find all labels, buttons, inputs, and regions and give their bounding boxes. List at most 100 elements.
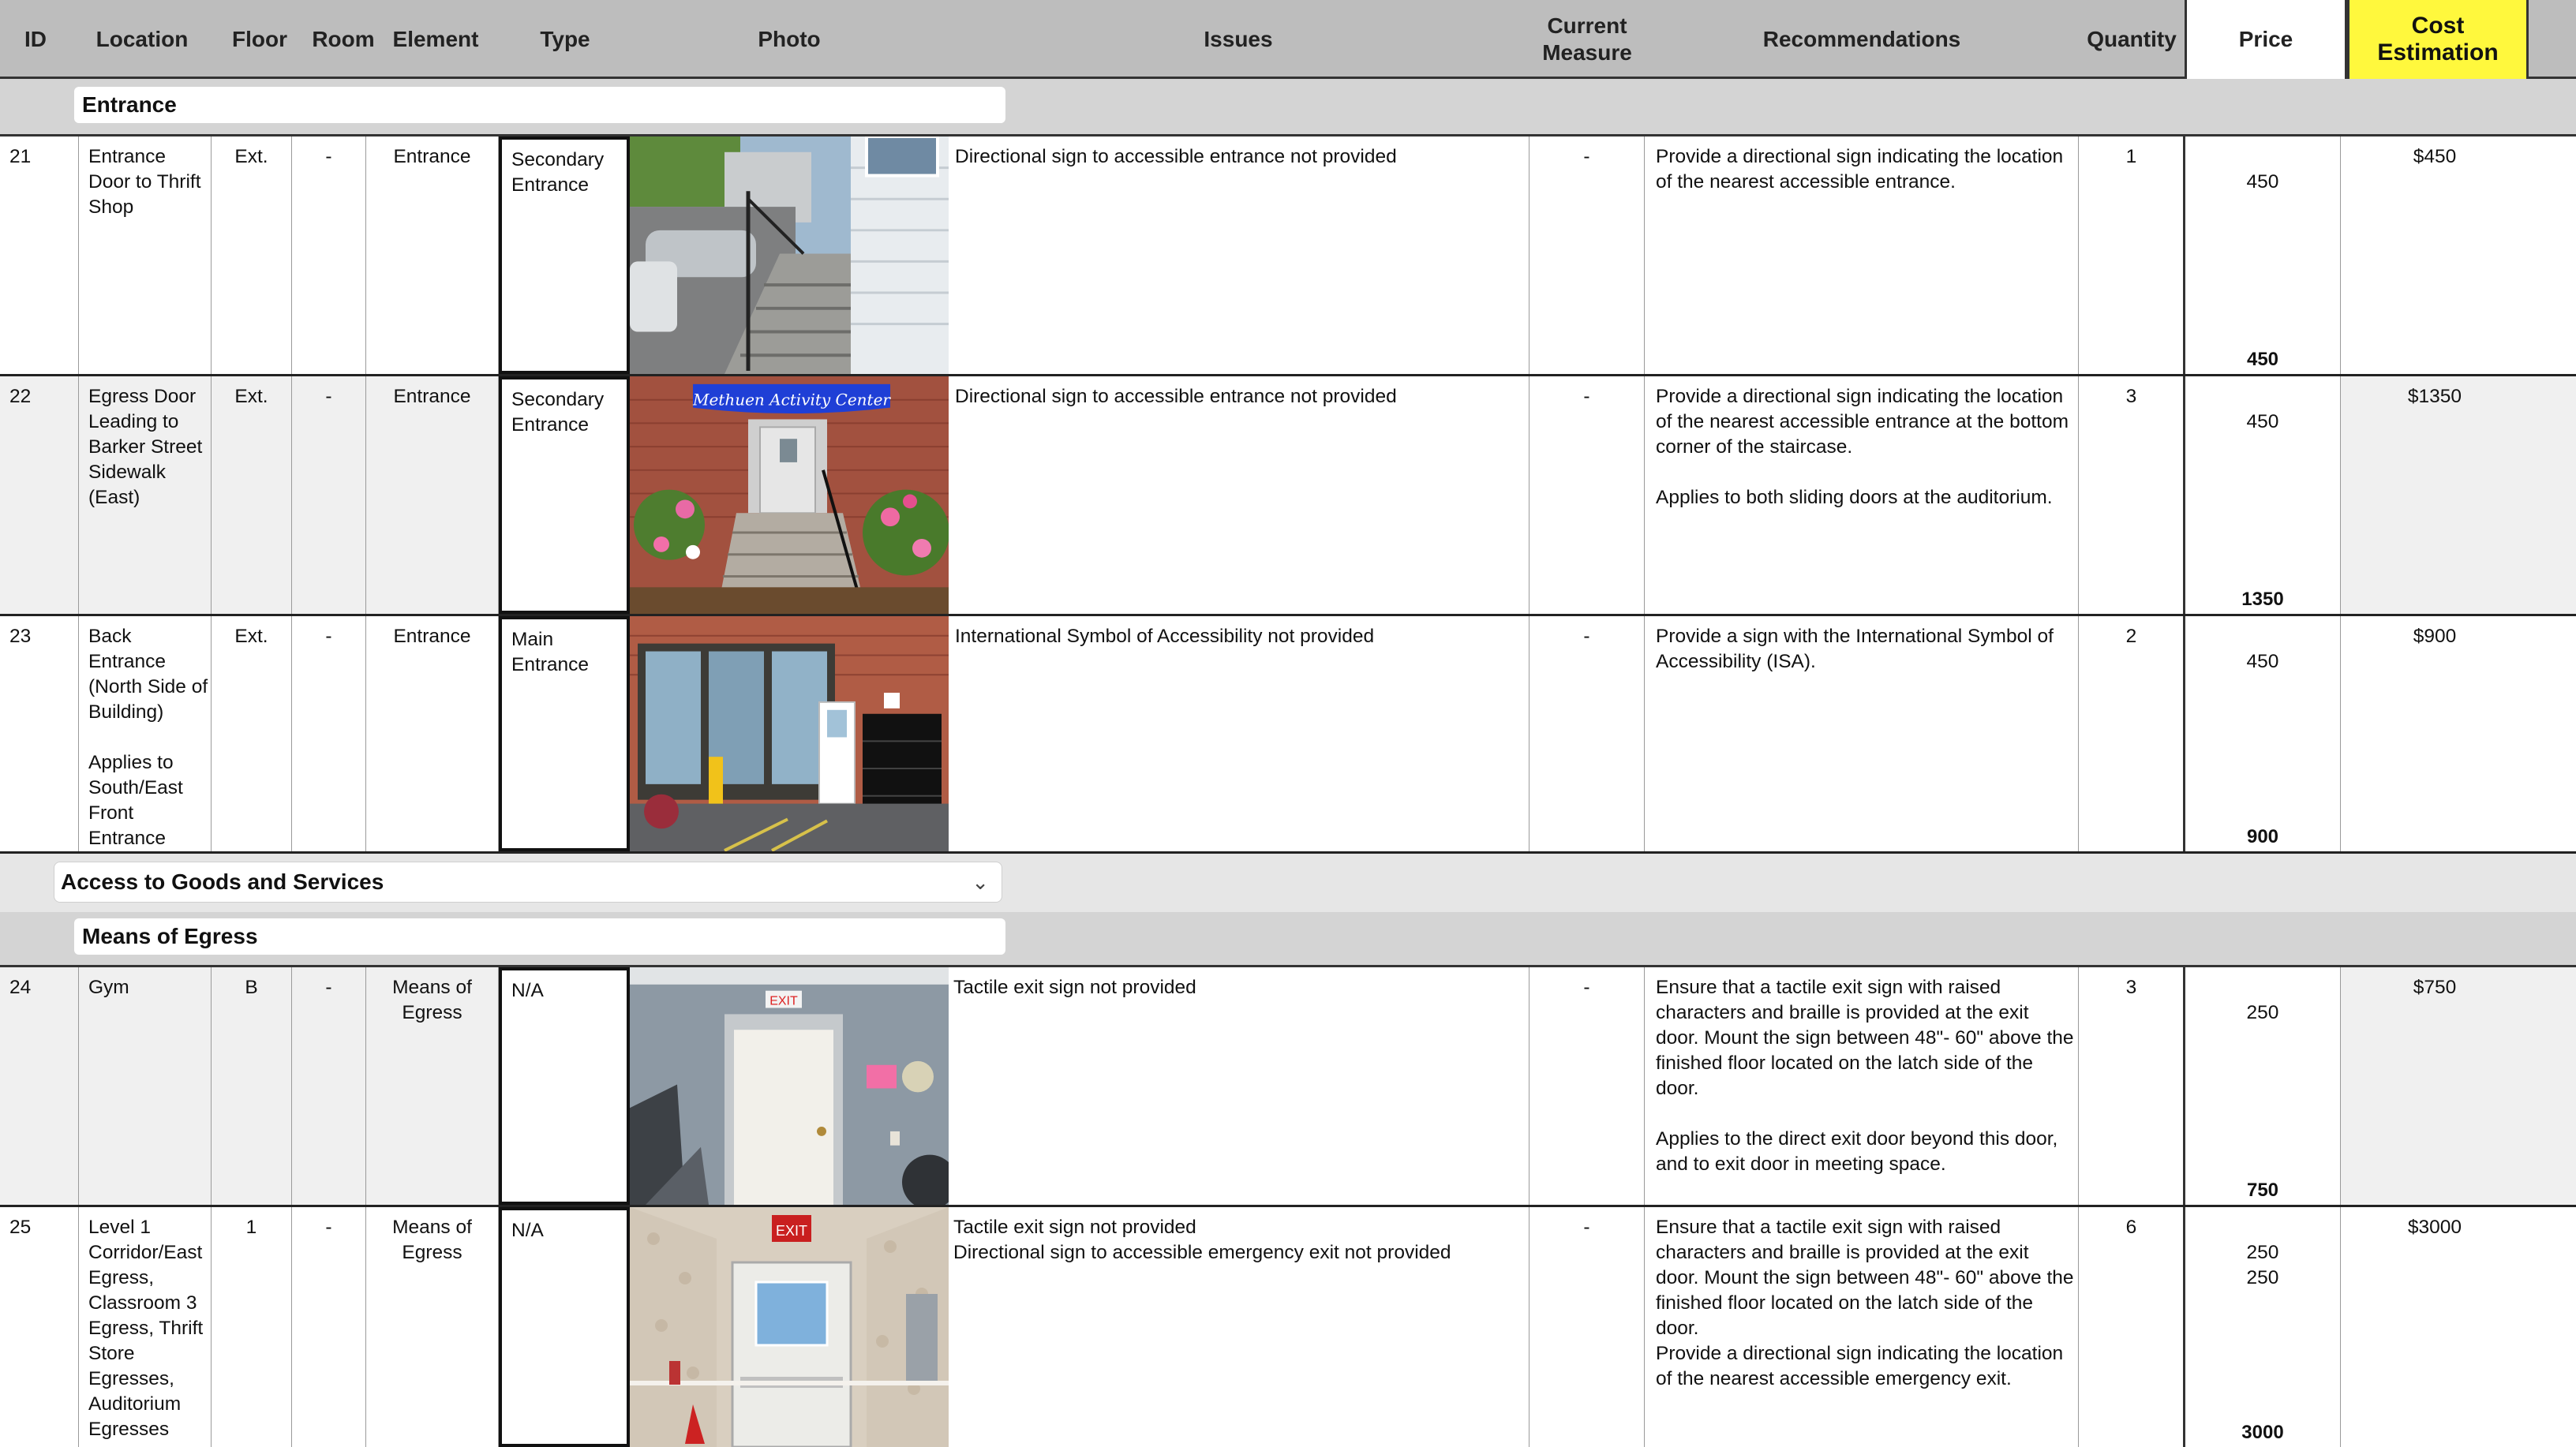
header-room: Room xyxy=(312,27,375,51)
section-entrance: Entrance xyxy=(0,79,2576,136)
cell-location: Level 1 Corridor/East Egress, Classroom … xyxy=(79,1207,212,1447)
header-price: Price xyxy=(2185,0,2347,79)
cell-element: Entrance xyxy=(366,616,499,851)
header-current-measure: Current Measure xyxy=(1542,13,1632,65)
cell-room: - xyxy=(292,376,366,614)
category-dropdown-value: Access to Goods and Services xyxy=(61,869,384,894)
header-photo: Photo xyxy=(758,27,821,51)
activity-center-stairs-photo: Methuen Activity Center xyxy=(630,376,949,614)
section-means-of-egress: Means of Egress xyxy=(0,912,2576,967)
cell-floor: Ext. xyxy=(212,136,292,374)
cell-price: 450 1350 xyxy=(2183,376,2341,614)
cell-id: 23 xyxy=(0,616,79,851)
section-title-entrance: Entrance xyxy=(74,87,1005,123)
table-row[interactable]: 25 Level 1 Corridor/East Egress, Classro… xyxy=(0,1207,2576,1447)
price-total: 450 xyxy=(2246,349,2279,370)
cell-element: Entrance xyxy=(366,376,499,614)
table-row[interactable]: 23 Back Entrance (North Side of Building… xyxy=(0,616,2576,854)
photo-sign-text: EXIT xyxy=(769,995,798,1008)
table-header: ID Location Floor Room Element Type Phot… xyxy=(0,0,2576,79)
cell-cost: $1350 xyxy=(2407,386,2462,407)
price-total: 1350 xyxy=(2241,589,2284,610)
price-unit: 450 xyxy=(2246,651,2279,672)
cell-issues: Directional sign to accessible entrance … xyxy=(949,136,1530,374)
cell-location: Egress Door Leading to Barker Street Sid… xyxy=(79,376,212,614)
cell-location: Entrance Door to Thrift Shop xyxy=(79,136,212,374)
header-element: Element xyxy=(392,27,479,51)
header-quantity: Quantity xyxy=(2087,27,2177,51)
photo-sign-text: Methuen Activity Center xyxy=(692,391,891,409)
cell-current-measure: - xyxy=(1530,1207,1645,1447)
cell-cost: $450 xyxy=(2413,146,2457,167)
table-row[interactable]: 24 Gym B - Means of Egress N/A EXIT Tact… xyxy=(0,967,2576,1207)
cell-quantity: 3 xyxy=(2079,376,2185,614)
cell-price: 450 450 xyxy=(2183,136,2341,374)
cell-recommendations: Provide a sign with the International Sy… xyxy=(1645,616,2079,851)
header-floor: Floor xyxy=(232,27,287,51)
cell-price: 450 900 xyxy=(2183,616,2341,851)
cell-current-measure: - xyxy=(1530,376,1645,614)
cell-issues: Tactile exit sign not provided xyxy=(949,967,1530,1205)
price-unit: 450 xyxy=(2246,411,2279,432)
cell-type: Main Entrance xyxy=(499,616,630,851)
price-unit: 250 xyxy=(2246,1002,2279,1023)
cell-price: 250 250 3000 xyxy=(2183,1207,2341,1447)
header-location: Location xyxy=(95,27,189,51)
cell-quantity: 1 xyxy=(2079,136,2185,374)
cell-element: Entrance xyxy=(366,136,499,374)
cell-location: Gym xyxy=(79,967,212,1205)
header-cost-estimation: Cost Estimation xyxy=(2347,0,2529,79)
gym-exit-door-photo: EXIT xyxy=(630,967,949,1205)
price-unit: 250 250 xyxy=(2246,1242,2279,1288)
cell-recommendations: Provide a directional sign indicating th… xyxy=(1645,376,2079,614)
price-unit: 450 xyxy=(2246,171,2279,193)
cell-element: Means of Egress xyxy=(366,967,499,1205)
header-recommendations: Recommendations xyxy=(1762,27,1961,51)
cell-type: N/A xyxy=(499,1207,630,1447)
cell-room: - xyxy=(292,967,366,1205)
cell-cost: $3000 xyxy=(2407,1217,2462,1238)
price-total: 750 xyxy=(2246,1180,2279,1201)
cell-location: Back Entrance (North Side of Building) A… xyxy=(79,616,212,851)
category-dropdown[interactable]: Access to Goods and Services ⌄ xyxy=(54,862,1002,903)
exterior-stairs-photo xyxy=(630,136,949,374)
cell-type: Secondary Entrance xyxy=(499,376,630,614)
cell-room: - xyxy=(292,1207,366,1447)
back-entrance-photo xyxy=(630,616,949,851)
cell-recommendations: Ensure that a tactile exit sign with rai… xyxy=(1645,1207,2079,1447)
header-type: Type xyxy=(540,27,590,51)
cell-price: 250 750 xyxy=(2183,967,2341,1205)
header-issues: Issues xyxy=(1204,27,1273,51)
table-row[interactable]: 21 Entrance Door to Thrift Shop Ext. - E… xyxy=(0,136,2576,376)
chevron-down-icon[interactable]: ⌄ xyxy=(972,862,989,902)
cell-floor: Ext. xyxy=(212,376,292,614)
photo-sign-text: EXIT xyxy=(776,1223,807,1239)
cell-issues: Tactile exit sign not provided Direction… xyxy=(949,1207,1530,1447)
cell-issues: International Symbol of Accessibility no… xyxy=(949,616,1530,851)
cell-id: 21 xyxy=(0,136,79,374)
cell-type: Secondary Entrance xyxy=(499,136,630,374)
cell-cost: $900 xyxy=(2413,626,2457,647)
cell-current-measure: - xyxy=(1530,967,1645,1205)
cell-room: - xyxy=(292,616,366,851)
cell-type: N/A xyxy=(499,967,630,1205)
cell-quantity: 6 xyxy=(2079,1207,2185,1447)
cell-quantity: 3 xyxy=(2079,967,2185,1205)
cell-recommendations: Provide a directional sign indicating th… xyxy=(1645,136,2079,374)
table-row[interactable]: 22 Egress Door Leading to Barker Street … xyxy=(0,376,2576,616)
cell-id: 24 xyxy=(0,967,79,1205)
header-id: ID xyxy=(24,27,47,51)
cell-recommendations: Ensure that a tactile exit sign with rai… xyxy=(1645,967,2079,1205)
cell-floor: Ext. xyxy=(212,616,292,851)
cell-floor: B xyxy=(212,967,292,1205)
cell-quantity: 2 xyxy=(2079,616,2185,851)
cell-element: Means of Egress xyxy=(366,1207,499,1447)
cell-id: 22 xyxy=(0,376,79,614)
cell-issues: Directional sign to accessible entrance … xyxy=(949,376,1530,614)
cell-current-measure: - xyxy=(1530,616,1645,851)
cell-cost: $750 xyxy=(2413,977,2457,998)
section-title-means-of-egress: Means of Egress xyxy=(74,918,1005,955)
cell-room: - xyxy=(292,136,366,374)
corridor-exit-door-photo: EXIT xyxy=(630,1207,949,1447)
cell-floor: 1 xyxy=(212,1207,292,1447)
